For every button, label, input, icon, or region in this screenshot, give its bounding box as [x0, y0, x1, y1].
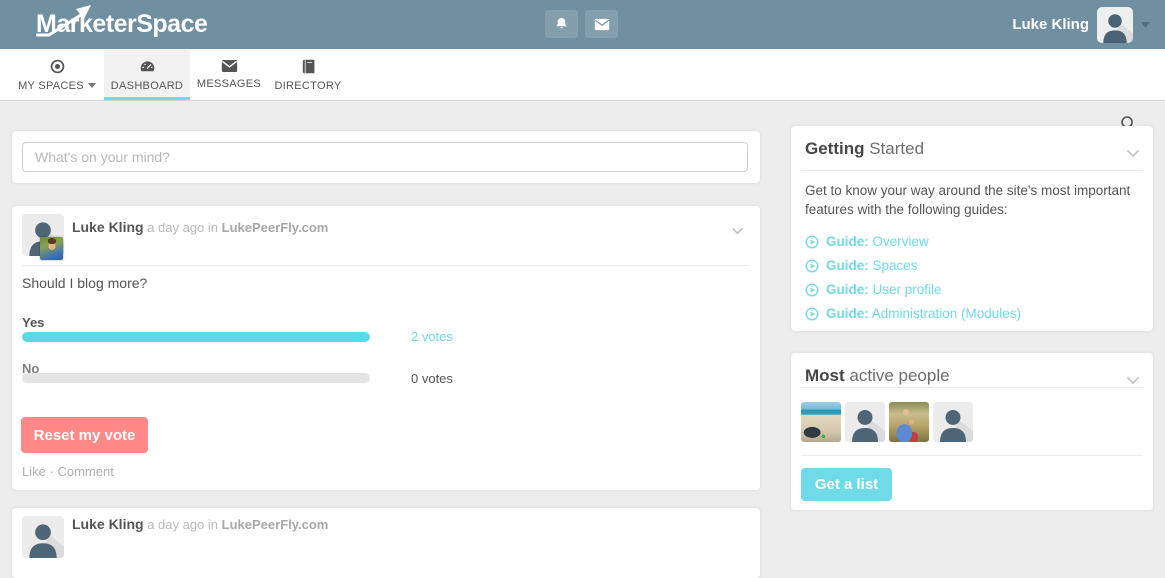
guide-link-user-profile[interactable]: Guide: User profile	[805, 282, 1021, 297]
post-card: Luke Kling a day ago in LukePeerFly.com …	[12, 206, 760, 490]
poll-votes-yes[interactable]: 2 votes	[411, 329, 453, 344]
user-avatar[interactable]	[1097, 6, 1133, 43]
post-card: Luke Kling a day ago in LukePeerFly.com	[12, 508, 760, 578]
tab-dashboard[interactable]: DASHBOARD	[104, 49, 190, 100]
user-avatar-placeholder[interactable]	[933, 402, 973, 442]
post-header: Luke Kling a day ago in LukePeerFly.com	[72, 516, 328, 532]
person-silhouette-icon	[1103, 13, 1133, 43]
logo-arrow-icon	[36, 5, 91, 37]
play-circle-icon	[805, 259, 819, 272]
poll-votes-no: 0 votes	[411, 371, 453, 386]
panel-title-bold: Getting	[805, 139, 865, 158]
gauge-icon	[140, 60, 154, 71]
post-menu-chevron-icon[interactable]	[732, 222, 743, 240]
poll-bar-yes-fill	[22, 332, 370, 342]
tab-my-spaces[interactable]: MY SPACES	[10, 49, 104, 100]
reset-vote-button[interactable]: Reset my vote	[21, 417, 148, 453]
like-link[interactable]: Like	[22, 464, 46, 479]
post-actions: Like · Comment	[22, 464, 114, 479]
space-photo-avatar[interactable]	[40, 237, 63, 260]
caret-down-icon[interactable]	[1141, 21, 1150, 28]
divider	[801, 455, 1143, 456]
composer-input[interactable]	[22, 142, 748, 172]
post-meta: a day ago in	[147, 517, 219, 532]
poll-option-label: Yes	[22, 315, 45, 330]
tab-my-spaces-label: MY SPACES	[18, 79, 84, 92]
tab-messages[interactable]: MESSAGES	[190, 49, 268, 100]
user-avatar-photo[interactable]	[889, 402, 929, 442]
panel-title: Getting Started	[805, 139, 924, 159]
user-avatar-photo[interactable]	[801, 402, 841, 442]
post-space-link[interactable]: LukePeerFly.com	[222, 517, 329, 532]
person-silhouette-icon	[29, 524, 64, 558]
person-silhouette-icon	[852, 410, 885, 442]
tab-directory-label: DIRECTORY	[274, 79, 342, 92]
user-avatar-placeholder[interactable]	[845, 402, 885, 442]
play-circle-icon	[805, 235, 819, 248]
divider	[801, 170, 1143, 171]
panel-title: Most active people	[805, 366, 950, 386]
logo[interactable]: MarketerSpace	[36, 0, 208, 49]
most-active-panel: Most active people Get a list	[791, 353, 1153, 510]
envelope-icon	[221, 60, 237, 72]
post-header: Luke Kling a day ago in LukePeerFly.com	[72, 219, 328, 235]
tab-dashboard-label: DASHBOARD	[110, 79, 184, 92]
actions-separator: ·	[49, 464, 54, 479]
author-avatar[interactable]	[22, 516, 64, 558]
messages-button[interactable]	[585, 10, 618, 38]
post-author[interactable]: Luke Kling	[72, 219, 144, 235]
post-meta: a day ago in	[147, 220, 219, 235]
notifications-button[interactable]	[545, 10, 578, 38]
comment-link[interactable]: Comment	[57, 464, 113, 479]
post-space-link[interactable]: LukePeerFly.com	[222, 220, 329, 235]
user-menu: Luke Kling	[1012, 0, 1150, 49]
panel-title-bold: Most	[805, 366, 845, 385]
guide-links: Guide: Overview Guide: Spaces Guide: Use…	[805, 234, 1021, 321]
top-header: MarketerSpace Luke Kling	[0, 0, 1165, 49]
getting-started-panel: Getting Started Get to know your way aro…	[791, 126, 1153, 331]
divider	[801, 387, 1143, 388]
post-author[interactable]: Luke Kling	[72, 516, 144, 532]
nav-tabs: MY SPACES DASHBOARD MESSAGES DIRECTORY	[10, 49, 348, 100]
tab-messages-label: MESSAGES	[196, 78, 262, 90]
active-people-avatars	[801, 402, 973, 442]
play-circle-icon	[805, 283, 819, 296]
post-composer-card	[12, 131, 760, 183]
get-a-list-button[interactable]: Get a list	[801, 468, 892, 501]
user-name[interactable]: Luke Kling	[1012, 16, 1089, 33]
caret-down-icon	[87, 83, 96, 88]
tab-directory[interactable]: DIRECTORY	[268, 49, 348, 100]
main-nav: MY SPACES DASHBOARD MESSAGES DIRECTORY	[0, 49, 1165, 131]
guide-link-administration[interactable]: Guide: Administration (Modules)	[805, 306, 1021, 321]
poll-question: Should I blog more?	[22, 275, 148, 291]
book-icon	[302, 59, 315, 73]
panel-title-rest: active people	[844, 366, 950, 385]
envelope-icon	[594, 18, 609, 30]
bell-icon	[556, 18, 567, 29]
poll-bar-yes	[22, 332, 370, 342]
play-circle-icon	[805, 307, 819, 320]
poll-bar-no	[22, 373, 370, 383]
collapse-chevron-icon[interactable]	[1127, 145, 1139, 163]
getting-started-intro: Get to know your way around the site's m…	[805, 183, 1131, 217]
panel-title-rest: Started	[864, 139, 925, 158]
guide-link-spaces[interactable]: Guide: Spaces	[805, 258, 1021, 273]
guide-link-overview[interactable]: Guide: Overview	[805, 234, 1021, 249]
divider	[22, 265, 750, 266]
dot-circle-icon	[50, 59, 64, 73]
person-silhouette-icon	[940, 410, 973, 442]
